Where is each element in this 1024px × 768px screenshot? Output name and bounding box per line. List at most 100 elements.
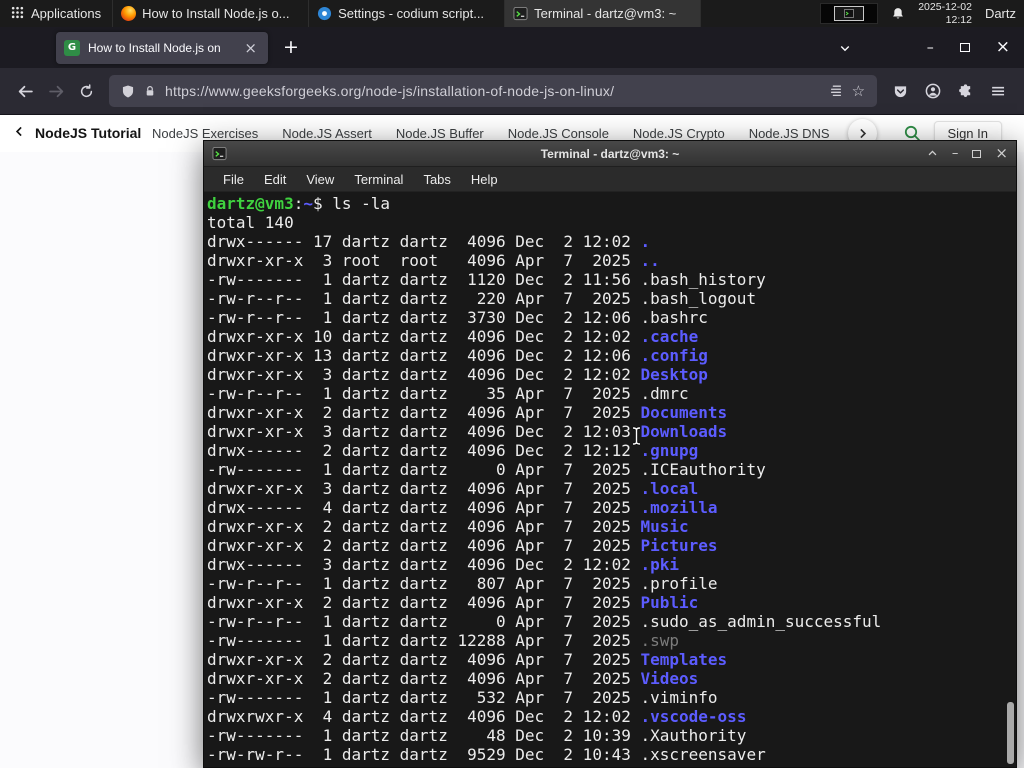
terminal-line: drwxr-xr-x 2 dartz dartz 4096 Apr 7 2025…: [207, 403, 728, 422]
terminal-line: drwxr-xr-x 2 dartz dartz 4096 Apr 7 2025…: [207, 517, 689, 536]
terminal-line: drwxr-xr-x 2 dartz dartz 4096 Apr 7 2025…: [207, 593, 699, 612]
notification-bell-icon[interactable]: [891, 6, 905, 21]
menu-item-edit[interactable]: Edit: [254, 172, 296, 187]
terminal-line: drwxr-xr-x 3 dartz dartz 4096 Dec 2 12:0…: [207, 365, 708, 384]
terminal-line: -rw------- 1 dartz dartz 0 Apr 7 2025 .I…: [207, 460, 766, 479]
toolbar-icons: ≡: [885, 81, 1014, 101]
browser-nav-toolbar: https://www.geeksforgeeks.org/node-js/in…: [0, 68, 1024, 115]
terminal-line: drwxr-xr-x 10 dartz dartz 4096 Dec 2 12:…: [207, 327, 699, 346]
account-icon[interactable]: [925, 83, 941, 99]
terminal-window-controls: – ×: [927, 146, 1008, 161]
clock[interactable]: 2025-12-02 12:12: [918, 1, 972, 26]
terminal-line: -rw-rw-r-- 1 dartz dartz 9529 Dec 2 10:4…: [207, 745, 766, 764]
list-tabs-chevron-icon[interactable]: [839, 42, 851, 54]
terminal-line: -rw------- 1 dartz dartz 48 Dec 2 10:39 …: [207, 726, 747, 745]
terminal-line: drwxr-xr-x 3 dartz dartz 4096 Apr 7 2025…: [207, 479, 699, 498]
terminal-titlebar[interactable]: Terminal - dartz@vm3: ~ – ×: [204, 141, 1016, 167]
terminal-line: -rw------- 1 dartz dartz 532 Apr 7 2025 …: [207, 688, 718, 707]
menu-item-help[interactable]: Help: [461, 172, 508, 187]
nav-link-exercises[interactable]: NodeJS Exercises: [152, 126, 258, 141]
terminal-line: drwxr-xr-x 2 dartz dartz 4096 Apr 7 2025…: [207, 650, 728, 669]
terminal-line: drwxr-xr-x 3 root root 4096 Apr 7 2025 .…: [207, 251, 660, 270]
nav-link-console[interactable]: Node.JS Console: [508, 126, 609, 141]
task-label: Terminal - dartz@vm3: ~: [534, 6, 677, 21]
terminal-line: dartz@vm3:~$ ls -la: [207, 194, 391, 213]
app-menu-icon[interactable]: ≡: [990, 81, 1006, 101]
maximize-icon: [959, 43, 970, 52]
browser-minimize-button[interactable]: –: [927, 41, 934, 55]
menu-item-view[interactable]: View: [296, 172, 344, 187]
terminal-line: -rw------- 1 dartz dartz 12288 Apr 7 202…: [207, 631, 680, 650]
terminal-line: drwx------ 2 dartz dartz 4096 Dec 2 12:1…: [207, 441, 699, 460]
browser-tab[interactable]: G How to Install Node.js on ×: [56, 31, 268, 64]
terminal-close-button[interactable]: ×: [995, 146, 1008, 161]
settings-icon: [317, 6, 332, 21]
tab-title: How to Install Node.js on: [88, 40, 221, 55]
applications-grid-icon: [11, 6, 24, 22]
terminal-window: Terminal - dartz@vm3: ~ – × File Edit Vi…: [203, 140, 1017, 768]
panel-right-cluster: 2025-12-02 12:12 Dartz: [820, 0, 1024, 27]
new-tab-button[interactable]: +: [283, 38, 299, 57]
menu-item-tabs[interactable]: Tabs: [413, 172, 460, 187]
task-label: How to Install Node.js o...: [142, 6, 290, 21]
mouse-cursor: [630, 426, 643, 451]
save-to-pocket-icon[interactable]: [893, 84, 908, 99]
terminal-line: drwxr-xr-x 13 dartz dartz 4096 Dec 2 12:…: [207, 346, 708, 365]
applications-menu-button[interactable]: Applications: [0, 0, 114, 27]
tab-close-icon[interactable]: ×: [241, 39, 260, 57]
reload-icon[interactable]: [72, 79, 101, 104]
nav-link-crypto[interactable]: Node.JS Crypto: [633, 126, 725, 141]
taskbar-button-settings[interactable]: Settings - codium script...: [309, 0, 506, 27]
terminal-maximize-button[interactable]: [972, 149, 982, 158]
terminal-menubar: File Edit View Terminal Tabs Help: [204, 167, 1016, 192]
user-label: Dartz: [984, 6, 1016, 21]
workspace-switcher[interactable]: [820, 3, 879, 24]
firefox-icon: [121, 6, 137, 21]
tabbar-controls: – ×: [839, 39, 1024, 56]
gfg-nav-links: NodeJS Exercises Node.JS Assert Node.JS …: [152, 126, 874, 141]
nav-link-dns[interactable]: Node.JS DNS: [749, 126, 830, 141]
maximize-icon: [972, 149, 982, 158]
desktop: Applications How to Install Node.js o...…: [0, 0, 1024, 768]
terminal-line: -rw-r--r-- 1 dartz dartz 3730 Dec 2 12:0…: [207, 308, 708, 327]
url-text: https://www.geeksforgeeks.org/node-js/in…: [165, 83, 615, 99]
terminal-line: drwxr-xr-x 2 dartz dartz 4096 Apr 7 2025…: [207, 536, 718, 555]
terminal-line: total 140: [207, 213, 294, 232]
back-icon[interactable]: [10, 78, 41, 105]
time-text: 12:12: [945, 13, 972, 26]
extensions-icon[interactable]: [958, 83, 973, 99]
browser-close-button[interactable]: ×: [996, 39, 1010, 56]
chevron-left-icon[interactable]: [13, 125, 26, 138]
url-bar[interactable]: https://www.geeksforgeeks.org/node-js/in…: [109, 75, 878, 107]
terminal-line: drwxrwxr-x 4 dartz dartz 4096 Dec 2 12:0…: [207, 707, 747, 726]
shield-icon[interactable]: [121, 84, 135, 99]
terminal-line: -rw------- 1 dartz dartz 1120 Dec 2 11:5…: [207, 270, 766, 289]
workspace-window-icon: [834, 6, 865, 21]
terminal-line: -rw-r--r-- 1 dartz dartz 220 Apr 7 2025 …: [207, 289, 757, 308]
terminal-scrollbar[interactable]: [1004, 192, 1016, 767]
shade-button[interactable]: [927, 148, 938, 159]
lock-icon[interactable]: [144, 84, 156, 98]
terminal-minimize-button[interactable]: –: [952, 147, 959, 160]
terminal-icon: [513, 6, 528, 21]
terminal-line: drwxr-xr-x 2 dartz dartz 4096 Apr 7 2025…: [207, 669, 699, 688]
menu-item-terminal[interactable]: Terminal: [344, 172, 413, 187]
terminal-line: -rw-r--r-- 1 dartz dartz 35 Apr 7 2025 .…: [207, 384, 689, 403]
terminal-line: -rw-r--r-- 1 dartz dartz 807 Apr 7 2025 …: [207, 574, 718, 593]
terminal-line: drwx------ 4 dartz dartz 4096 Apr 7 2025…: [207, 498, 718, 517]
terminal-output: dartz@vm3:~$ ls -la total 140 drwx------ 1…: [207, 194, 881, 764]
nav-link-tutorial[interactable]: NodeJS Tutorial: [35, 125, 141, 141]
nav-link-assert[interactable]: Node.JS Assert: [282, 126, 372, 141]
terminal-line: drwx------ 17 dartz dartz 4096 Dec 2 12:…: [207, 232, 651, 251]
taskbar-button-browser[interactable]: How to Install Node.js o...: [113, 0, 310, 27]
menu-item-file[interactable]: File: [213, 172, 254, 187]
nav-link-buffer[interactable]: Node.JS Buffer: [396, 126, 484, 141]
forward-icon[interactable]: [41, 78, 72, 105]
terminal-viewport[interactable]: dartz@vm3:~$ ls -la total 140 drwx------ 1…: [204, 192, 1016, 767]
bookmark-star-icon[interactable]: ☆: [852, 83, 865, 99]
browser-maximize-button[interactable]: [959, 43, 970, 52]
scrollbar-thumb[interactable]: [1007, 702, 1014, 764]
date-text: 2025-12-02: [918, 1, 972, 13]
taskbar-button-terminal[interactable]: Terminal - dartz@vm3: ~: [505, 0, 702, 27]
reader-mode-icon[interactable]: [829, 84, 843, 98]
